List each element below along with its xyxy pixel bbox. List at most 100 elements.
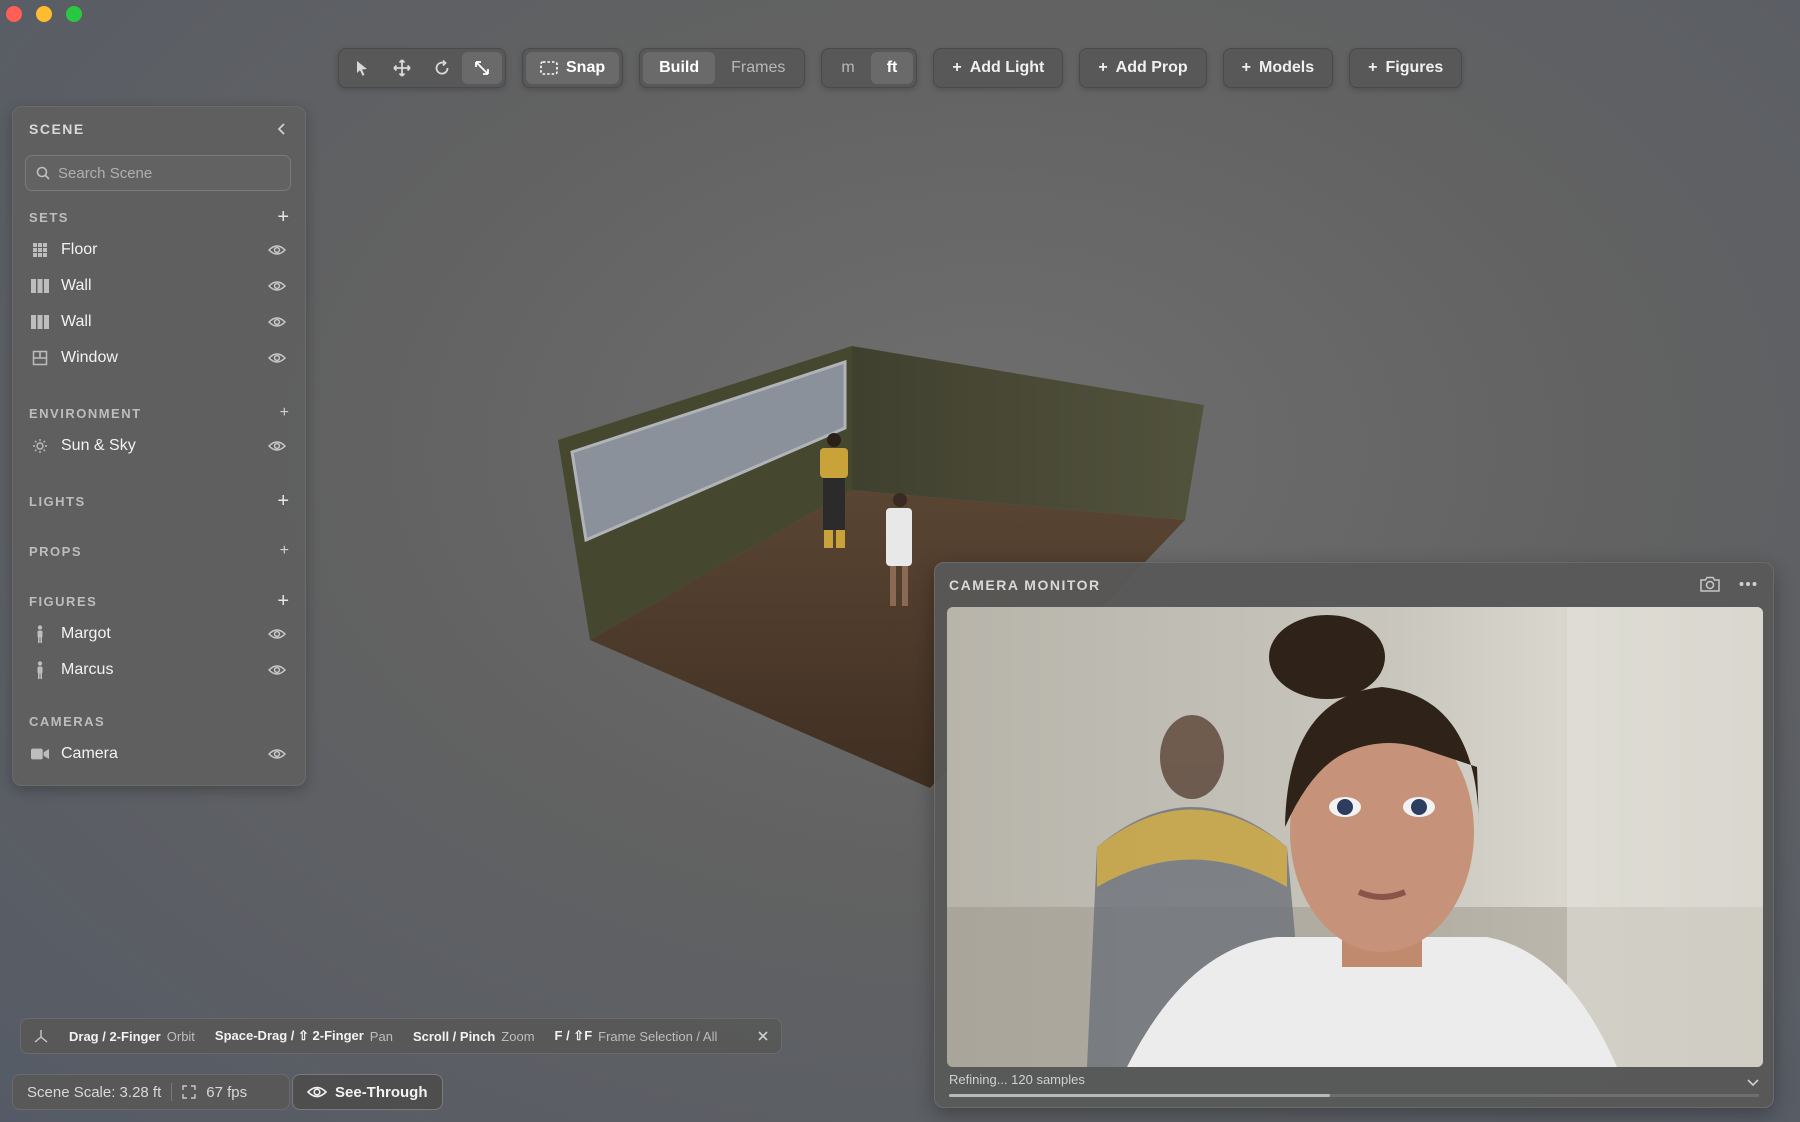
person-icon [31, 625, 49, 643]
add-prop-button[interactable]: + Add Prop [1079, 48, 1207, 88]
window-icon [31, 349, 49, 367]
props-section-header: PROPS + [29, 541, 289, 561]
scale-icon [475, 61, 489, 75]
eye-icon [307, 1086, 327, 1098]
figure-item-margot[interactable]: Margot [31, 619, 287, 649]
models-label: Models [1259, 59, 1315, 76]
back-wall-mesh[interactable] [852, 346, 1204, 520]
lights-section-header: LIGHTS + [29, 491, 289, 511]
cameras-section-header: CAMERAS [29, 711, 289, 731]
see-through-button[interactable]: See-Through [292, 1074, 443, 1110]
fullscreen-icon[interactable] [182, 1085, 196, 1099]
hint-zoom-desc: Zoom [501, 1028, 535, 1044]
render-status-text: Refining... 120 samples [949, 1072, 1085, 1087]
selection-rect-icon [540, 61, 558, 75]
camera-monitor-actions [1699, 575, 1757, 593]
environment-section-label: ENVIRONMENT [29, 405, 142, 421]
sets-section-header: SETS + [29, 207, 289, 227]
scene-panel-header: SCENE [29, 121, 289, 137]
scene-search-input[interactable] [58, 164, 278, 182]
add-figure-plus-icon[interactable]: + [277, 591, 289, 611]
visibility-eye-icon[interactable] [267, 440, 287, 452]
scene-panel-title: SCENE [29, 121, 85, 137]
plus-icon: + [1098, 59, 1108, 76]
add-light-plus-icon[interactable]: + [277, 491, 289, 511]
figures-section-label: FIGURES [29, 593, 98, 609]
visibility-eye-icon[interactable] [267, 628, 287, 640]
close-hints-icon[interactable] [757, 1030, 769, 1042]
set-item-label: Window [61, 349, 118, 366]
unit-meters-button[interactable]: m [825, 52, 870, 84]
rotate-tool-button[interactable] [422, 52, 462, 84]
add-environment-plus-icon[interactable]: + [280, 405, 289, 421]
lights-section-label: LIGHTS [29, 493, 86, 509]
wall-icon [31, 277, 49, 295]
visibility-eye-icon[interactable] [267, 280, 287, 292]
environment-item-sun-sky[interactable]: Sun & Sky [31, 431, 287, 461]
fps-readout: 67 fps [206, 1083, 248, 1101]
camera-monitor-panel: CAMERA MONITOR Refining... 120 samples [934, 562, 1774, 1108]
grid-icon [31, 241, 49, 259]
move-tool-button[interactable] [382, 52, 422, 84]
move-icon [393, 59, 411, 77]
video-camera-icon [31, 745, 49, 763]
mode-toggle: Build Frames [639, 48, 806, 88]
scene-search-field[interactable] [25, 155, 291, 191]
visibility-eye-icon[interactable] [267, 352, 287, 364]
cameras-section-label: CAMERAS [29, 713, 106, 729]
unit-feet-button[interactable]: ft [870, 52, 914, 84]
figures-section-header: FIGURES + [29, 591, 289, 611]
add-set-plus-icon[interactable]: + [277, 207, 289, 227]
plus-icon: + [1368, 59, 1378, 76]
plus-icon: + [952, 59, 962, 76]
add-prop-plus-icon[interactable]: + [280, 543, 289, 559]
set-item-label: Wall [61, 313, 92, 330]
visibility-eye-icon[interactable] [267, 316, 287, 328]
sets-section-label: SETS [29, 209, 69, 225]
snap-label: Snap [566, 59, 606, 76]
set-item-window[interactable]: Window [31, 343, 287, 373]
build-mode-tab[interactable]: Build [643, 52, 716, 84]
scale-tool-button[interactable] [462, 52, 502, 84]
render-progress-track [949, 1094, 1759, 1097]
figures-button[interactable]: + Figures [1349, 48, 1463, 88]
collapse-chevron-icon[interactable] [275, 122, 289, 136]
set-item-floor[interactable]: Floor [31, 235, 287, 265]
figure-item-label: Margot [61, 625, 111, 642]
render-progress-fill [949, 1094, 1330, 1097]
visibility-eye-icon[interactable] [267, 748, 287, 760]
camera-item-label: Camera [61, 745, 118, 762]
top-toolbar: Snap Build Frames m ft + Add Light + Add… [338, 48, 1463, 88]
hint-frame-desc: Frame Selection / All [598, 1028, 718, 1044]
scene-panel: SCENE SETS + Floor Wall Wall Window [12, 106, 306, 786]
props-section-label: PROPS [29, 543, 83, 559]
add-light-button[interactable]: + Add Light [933, 48, 1064, 88]
hint-pan-desc: Pan [369, 1028, 393, 1044]
models-button[interactable]: + Models [1222, 48, 1334, 88]
person-icon [31, 661, 49, 679]
snap-button[interactable]: Snap [526, 52, 620, 84]
camera-render-preview [947, 607, 1763, 1067]
camera-item-camera[interactable]: Camera [31, 739, 287, 769]
camera-monitor-title: CAMERA MONITOR [949, 577, 1101, 593]
chevron-down-icon[interactable] [1747, 1079, 1759, 1087]
visibility-eye-icon[interactable] [267, 664, 287, 676]
frames-mode-tab[interactable]: Frames [715, 52, 801, 84]
transform-tools [338, 48, 506, 88]
snap-group: Snap [522, 48, 624, 88]
snapshot-camera-icon[interactable] [1699, 575, 1721, 593]
visibility-eye-icon[interactable] [267, 244, 287, 256]
set-item-wall-2[interactable]: Wall [31, 307, 287, 337]
environment-section-header: ENVIRONMENT + [29, 403, 289, 423]
set-item-label: Wall [61, 277, 92, 294]
figure-item-marcus[interactable]: Marcus [31, 655, 287, 685]
rotate-icon [435, 59, 449, 75]
see-through-label: See-Through [335, 1083, 428, 1101]
scene-scale-readout: Scene Scale: 3.28 ft [27, 1083, 162, 1101]
more-options-icon[interactable] [1739, 581, 1757, 587]
select-tool-button[interactable] [342, 52, 382, 84]
hint-pan-key: Space-Drag / ⇧ 2-Finger [214, 1028, 364, 1043]
hint-frame-key: F / ⇧F [554, 1028, 593, 1043]
set-item-label: Floor [61, 241, 98, 258]
set-item-wall-1[interactable]: Wall [31, 271, 287, 301]
